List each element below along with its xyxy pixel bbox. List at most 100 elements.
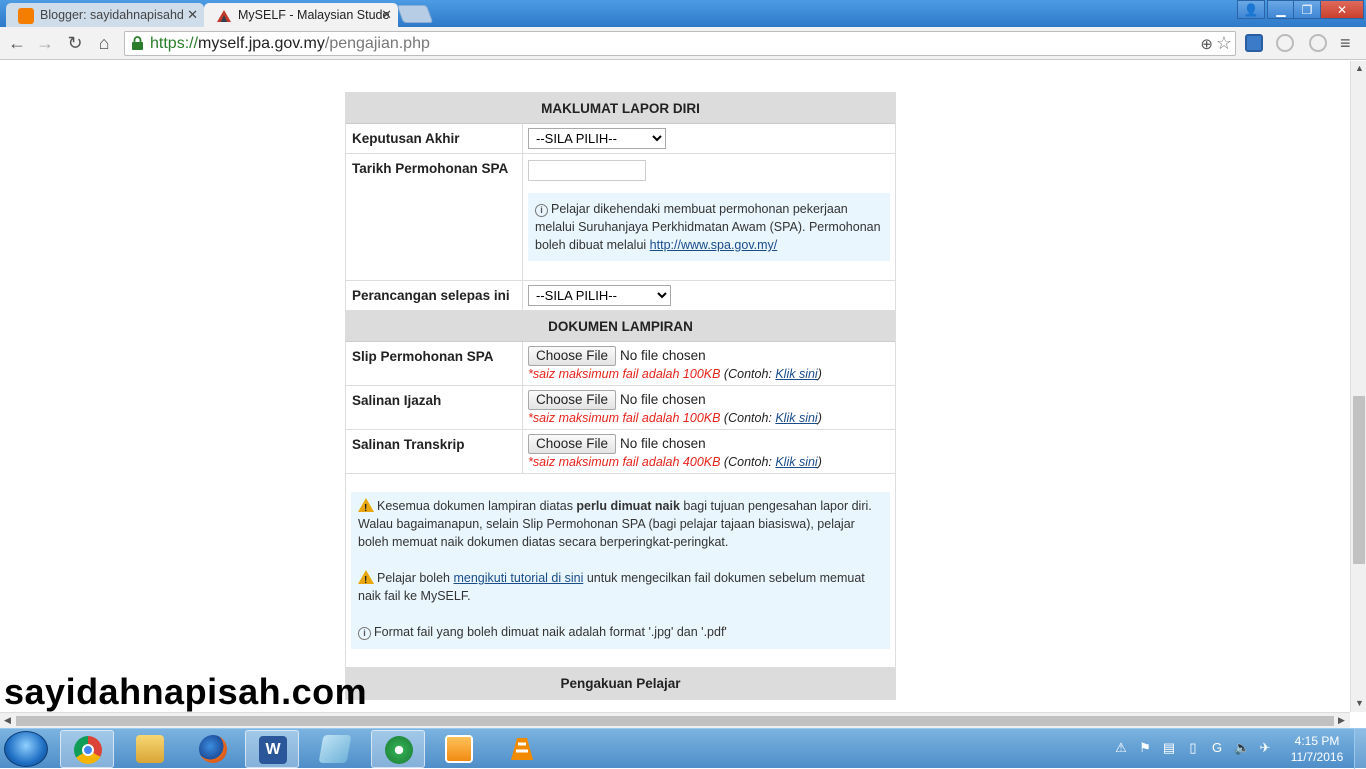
tray-network-icon[interactable]: ▤: [1162, 741, 1176, 755]
file-limit-note: *saiz maksimum fail adalah 400KB (Contoh…: [528, 455, 822, 469]
chrome-icon: [74, 736, 102, 764]
spa-info-box: i Pelajar dikehendaki membuat permohonan …: [528, 193, 890, 261]
example-link[interactable]: Klik sini: [775, 455, 817, 469]
vertical-scrollbar[interactable]: ▲ ▼: [1350, 61, 1366, 712]
taskbar-vlc[interactable]: [495, 730, 549, 768]
tab-close-icon[interactable]: ✕: [381, 7, 392, 23]
perancangan-label: Perancangan selepas ini: [346, 281, 523, 310]
file-label: Slip Permohonan SPA: [346, 342, 523, 385]
taskbar-clock[interactable]: 4:15 PM 11/7/2016: [1286, 733, 1348, 765]
home-icon[interactable]: ⌂: [93, 33, 115, 55]
tab-myself[interactable]: MySELF - Malaysian Stude ✕: [204, 3, 398, 27]
tray-volume-icon[interactable]: 🔈: [1234, 741, 1250, 755]
menu-icon[interactable]: ≡: [1340, 33, 1351, 54]
notepad-icon: [318, 735, 352, 763]
address-bar[interactable]: https://myself.jpa.gov.my/pengajian.php …: [124, 31, 1236, 56]
taskbar-explorer[interactable]: [123, 730, 177, 768]
extension-icon[interactable]: [1309, 34, 1327, 52]
choose-file-button[interactable]: Choose File: [528, 390, 617, 410]
note-format: i Format fail yang boleh dimuat naik adal…: [358, 623, 883, 641]
tab-label: MySELF - Malaysian Stude: [238, 8, 390, 22]
keputusan-select[interactable]: --SILA PILIH--: [528, 128, 666, 149]
row-file-transkrip: Salinan Transkrip Choose File No file cho…: [346, 430, 895, 474]
perancangan-select[interactable]: --SILA PILIH--: [528, 285, 671, 306]
scroll-left-icon[interactable]: ◀: [4, 715, 11, 726]
minimize-icon[interactable]: ▁: [1267, 0, 1295, 19]
url-text: https://myself.jpa.gov.my/pengajian.php: [150, 35, 430, 52]
scroll-thumb[interactable]: [16, 716, 1334, 726]
section-maklumat-lapor-diri: MAKLUMAT LAPOR DIRI: [346, 93, 895, 124]
window-close-icon[interactable]: ✕: [1320, 0, 1364, 19]
tarikh-input[interactable]: [528, 160, 646, 181]
start-button[interactable]: [4, 731, 48, 767]
restore-icon[interactable]: ❐: [1293, 0, 1321, 19]
file-label: Salinan Transkrip: [346, 430, 523, 473]
info-icon: i: [535, 204, 548, 217]
section-pengakuan-pelajar: Pengakuan Pelajar: [346, 668, 895, 699]
scroll-up-icon[interactable]: ▲: [1355, 63, 1364, 73]
firefox-icon: [199, 735, 227, 763]
scroll-right-icon[interactable]: ▶: [1338, 715, 1345, 726]
file-label: Salinan Ijazah: [346, 386, 523, 429]
example-link[interactable]: Klik sini: [775, 411, 817, 425]
tray-google-icon[interactable]: G: [1210, 741, 1224, 755]
tray-signal-icon[interactable]: ✈: [1258, 741, 1272, 755]
note-upload: Kesemua dokumen lampiran diatas perlu di…: [358, 497, 883, 551]
row-file-ijazah: Salinan Ijazah Choose File No file chosen…: [346, 386, 895, 430]
taskbar-network[interactable]: [371, 730, 425, 768]
extension-icon[interactable]: [1276, 34, 1294, 52]
scroll-down-icon[interactable]: ▼: [1355, 698, 1364, 708]
reload-icon[interactable]: ↻: [64, 33, 86, 55]
taskbar-firefox[interactable]: [186, 730, 240, 768]
tab-label: Blogger: sayidahnapisahd: [40, 8, 184, 22]
tray-warning-icon[interactable]: ⚠: [1114, 741, 1128, 755]
info-icon: i: [358, 627, 371, 640]
taskbar-word[interactable]: W: [245, 730, 299, 768]
tab-blogger[interactable]: Blogger: sayidahnapisahd ✕: [6, 3, 204, 27]
folder-icon: [136, 735, 164, 763]
watermark-text: sayidahnapisah.com: [4, 671, 368, 712]
tutorial-link[interactable]: mengikuti tutorial di sini: [453, 571, 583, 585]
tray-battery-icon[interactable]: ▯: [1186, 741, 1200, 755]
new-tab-button[interactable]: [396, 5, 434, 23]
section-dokumen-lampiran: DOKUMEN LAMPIRAN: [346, 311, 895, 342]
row-file-slip: Slip Permohonan SPA Choose File No file c…: [346, 342, 895, 386]
wifi-icon: [385, 736, 413, 764]
windows-taskbar: W ⚠ ⚑ ▤ ▯ G 🔈 ✈ 4:15 PM 11/7/2016: [0, 728, 1366, 769]
taskbar-chrome[interactable]: [60, 730, 114, 768]
notes-box: Kesemua dokumen lampiran diatas perlu di…: [351, 492, 890, 649]
tarikh-label: Tarikh Permohonan SPA: [346, 154, 523, 280]
extension-icon[interactable]: [1245, 34, 1263, 52]
taskbar-media[interactable]: [432, 730, 486, 768]
file-limit-note: *saiz maksimum fail adalah 100KB (Contoh…: [528, 411, 822, 425]
file-status: No file chosen: [620, 436, 706, 451]
lapor-diri-form: MAKLUMAT LAPOR DIRI Keputusan Akhir --SI…: [345, 92, 896, 700]
choose-file-button[interactable]: Choose File: [528, 434, 617, 454]
note-tutorial: Pelajar boleh mengikuti tutorial di sini…: [358, 569, 883, 605]
tab-close-icon[interactable]: ✕: [187, 7, 198, 23]
example-link[interactable]: Klik sini: [775, 367, 817, 381]
arrow-right-icon[interactable]: →: [34, 33, 56, 55]
jpa-logo-icon: [216, 8, 232, 24]
show-desktop-button[interactable]: [1354, 729, 1366, 769]
vlc-icon: [508, 735, 536, 763]
clock-time: 4:15 PM: [1294, 734, 1340, 748]
horizontal-scrollbar[interactable]: ◀ ▶: [0, 712, 1350, 728]
keputusan-label: Keputusan Akhir: [346, 124, 523, 153]
browser-toolbar: ← → ↻ ⌂ https://myself.jpa.gov.my/pengaj…: [0, 27, 1366, 60]
arrow-left-icon[interactable]: ←: [6, 33, 28, 55]
scroll-thumb[interactable]: [1353, 396, 1365, 564]
file-status: No file chosen: [620, 348, 706, 363]
file-status: No file chosen: [620, 392, 706, 407]
zoom-icon[interactable]: ⊕: [1200, 35, 1213, 53]
spa-link[interactable]: http://www.spa.gov.my/: [650, 238, 778, 252]
warning-icon: [358, 570, 374, 590]
lock-icon: [131, 36, 144, 51]
user-icon[interactable]: 👤: [1237, 0, 1265, 19]
choose-file-button[interactable]: Choose File: [528, 346, 617, 366]
taskbar-notepad[interactable]: [308, 730, 362, 768]
tray-flag-icon[interactable]: ⚑: [1138, 741, 1152, 755]
notes-wrapper: Kesemua dokumen lampiran diatas perlu di…: [346, 474, 895, 668]
row-tarikh-spa: Tarikh Permohonan SPA i Pelajar dikehenda…: [346, 154, 895, 281]
star-icon[interactable]: ☆: [1216, 33, 1232, 54]
